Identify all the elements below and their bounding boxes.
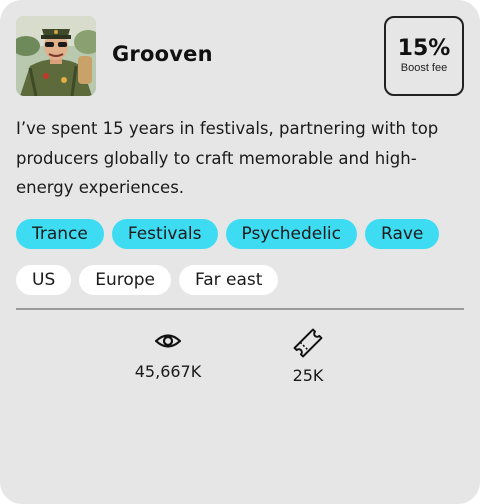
views-value: 45,667K <box>134 362 202 381</box>
tickets-value: 25K <box>292 366 324 385</box>
boost-fee-value: 15% <box>397 36 451 61</box>
region-tag-us[interactable]: US <box>16 265 72 295</box>
region-tags: US Europe Far east <box>16 265 279 295</box>
views-stat: 45,667K <box>118 326 218 381</box>
region-tag-europe[interactable]: Europe <box>79 265 172 295</box>
genre-tags: Trance Festivals Psychedelic Rave <box>16 219 440 249</box>
genre-tag-psychedelic[interactable]: Psychedelic <box>225 219 357 249</box>
avatar <box>16 16 96 96</box>
profile-card[interactable]: Grooven 15% Boost fee I’ve spent 15 year… <box>0 0 480 504</box>
genre-tag-festivals[interactable]: Festivals <box>111 219 218 249</box>
genre-tag-rave[interactable]: Rave <box>365 219 440 249</box>
region-tag-far-east[interactable]: Far east <box>179 265 279 295</box>
divider <box>16 308 464 310</box>
genre-tag-trance[interactable]: Trance <box>16 219 104 249</box>
eye-icon <box>154 334 182 348</box>
profile-bio: I’ve spent 15 years in festivals, partne… <box>16 119 439 197</box>
avatar-photo <box>16 16 96 96</box>
tickets-stat: 25K <box>258 326 358 385</box>
boost-fee-badge: 15% Boost fee <box>384 16 464 96</box>
boost-fee-label: Boost fee <box>400 62 448 74</box>
ticket-icon <box>293 328 323 358</box>
profile-name: Grooven <box>112 42 213 66</box>
